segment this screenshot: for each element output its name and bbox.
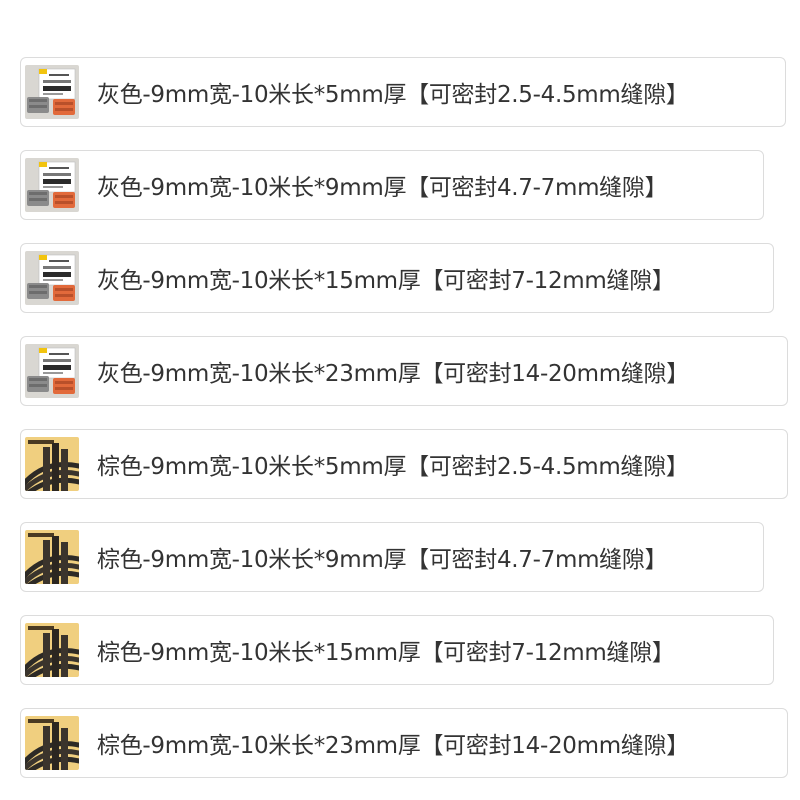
sku-option-label: 灰色-9mm宽-10米长*15mm厚【可密封7-12mm缝隙】	[97, 268, 675, 294]
brown-seal-strip-thumbnail	[25, 530, 79, 584]
gray-seal-strip-thumbnail	[25, 344, 79, 398]
sku-option[interactable]: 灰色-9mm宽-10米长*5mm厚【可密封2.5-4.5mm缝隙】	[20, 57, 786, 127]
sku-option[interactable]: 棕色-9mm宽-10米长*9mm厚【可密封4.7-7mm缝隙】	[20, 522, 764, 592]
brown-seal-strip-thumbnail	[25, 437, 79, 491]
gray-seal-strip-thumbnail	[25, 65, 79, 119]
sku-option-list: 灰色-9mm宽-10米长*5mm厚【可密封2.5-4.5mm缝隙】 灰色-9mm…	[0, 0, 800, 800]
gray-seal-strip-thumbnail	[25, 158, 79, 212]
sku-option-label: 棕色-9mm宽-10米长*23mm厚【可密封14-20mm缝隙】	[97, 733, 689, 759]
sku-option[interactable]: 灰色-9mm宽-10米长*23mm厚【可密封14-20mm缝隙】	[20, 336, 788, 406]
sku-option[interactable]: 灰色-9mm宽-10米长*15mm厚【可密封7-12mm缝隙】	[20, 243, 774, 313]
sku-option-label: 灰色-9mm宽-10米长*5mm厚【可密封2.5-4.5mm缝隙】	[97, 82, 689, 108]
brown-seal-strip-thumbnail	[25, 623, 79, 677]
sku-option[interactable]: 棕色-9mm宽-10米长*5mm厚【可密封2.5-4.5mm缝隙】	[20, 429, 788, 499]
sku-option[interactable]: 棕色-9mm宽-10米长*15mm厚【可密封7-12mm缝隙】	[20, 615, 774, 685]
sku-option-label: 灰色-9mm宽-10米长*23mm厚【可密封14-20mm缝隙】	[97, 361, 689, 387]
sku-option[interactable]: 灰色-9mm宽-10米长*9mm厚【可密封4.7-7mm缝隙】	[20, 150, 764, 220]
sku-option-label: 棕色-9mm宽-10米长*15mm厚【可密封7-12mm缝隙】	[97, 640, 675, 666]
sku-option-label: 棕色-9mm宽-10米长*5mm厚【可密封2.5-4.5mm缝隙】	[97, 454, 689, 480]
sku-option-label: 棕色-9mm宽-10米长*9mm厚【可密封4.7-7mm缝隙】	[97, 547, 668, 573]
sku-option-label: 灰色-9mm宽-10米长*9mm厚【可密封4.7-7mm缝隙】	[97, 175, 668, 201]
gray-seal-strip-thumbnail	[25, 251, 79, 305]
brown-seal-strip-thumbnail	[25, 716, 79, 770]
sku-option[interactable]: 棕色-9mm宽-10米长*23mm厚【可密封14-20mm缝隙】	[20, 708, 788, 778]
